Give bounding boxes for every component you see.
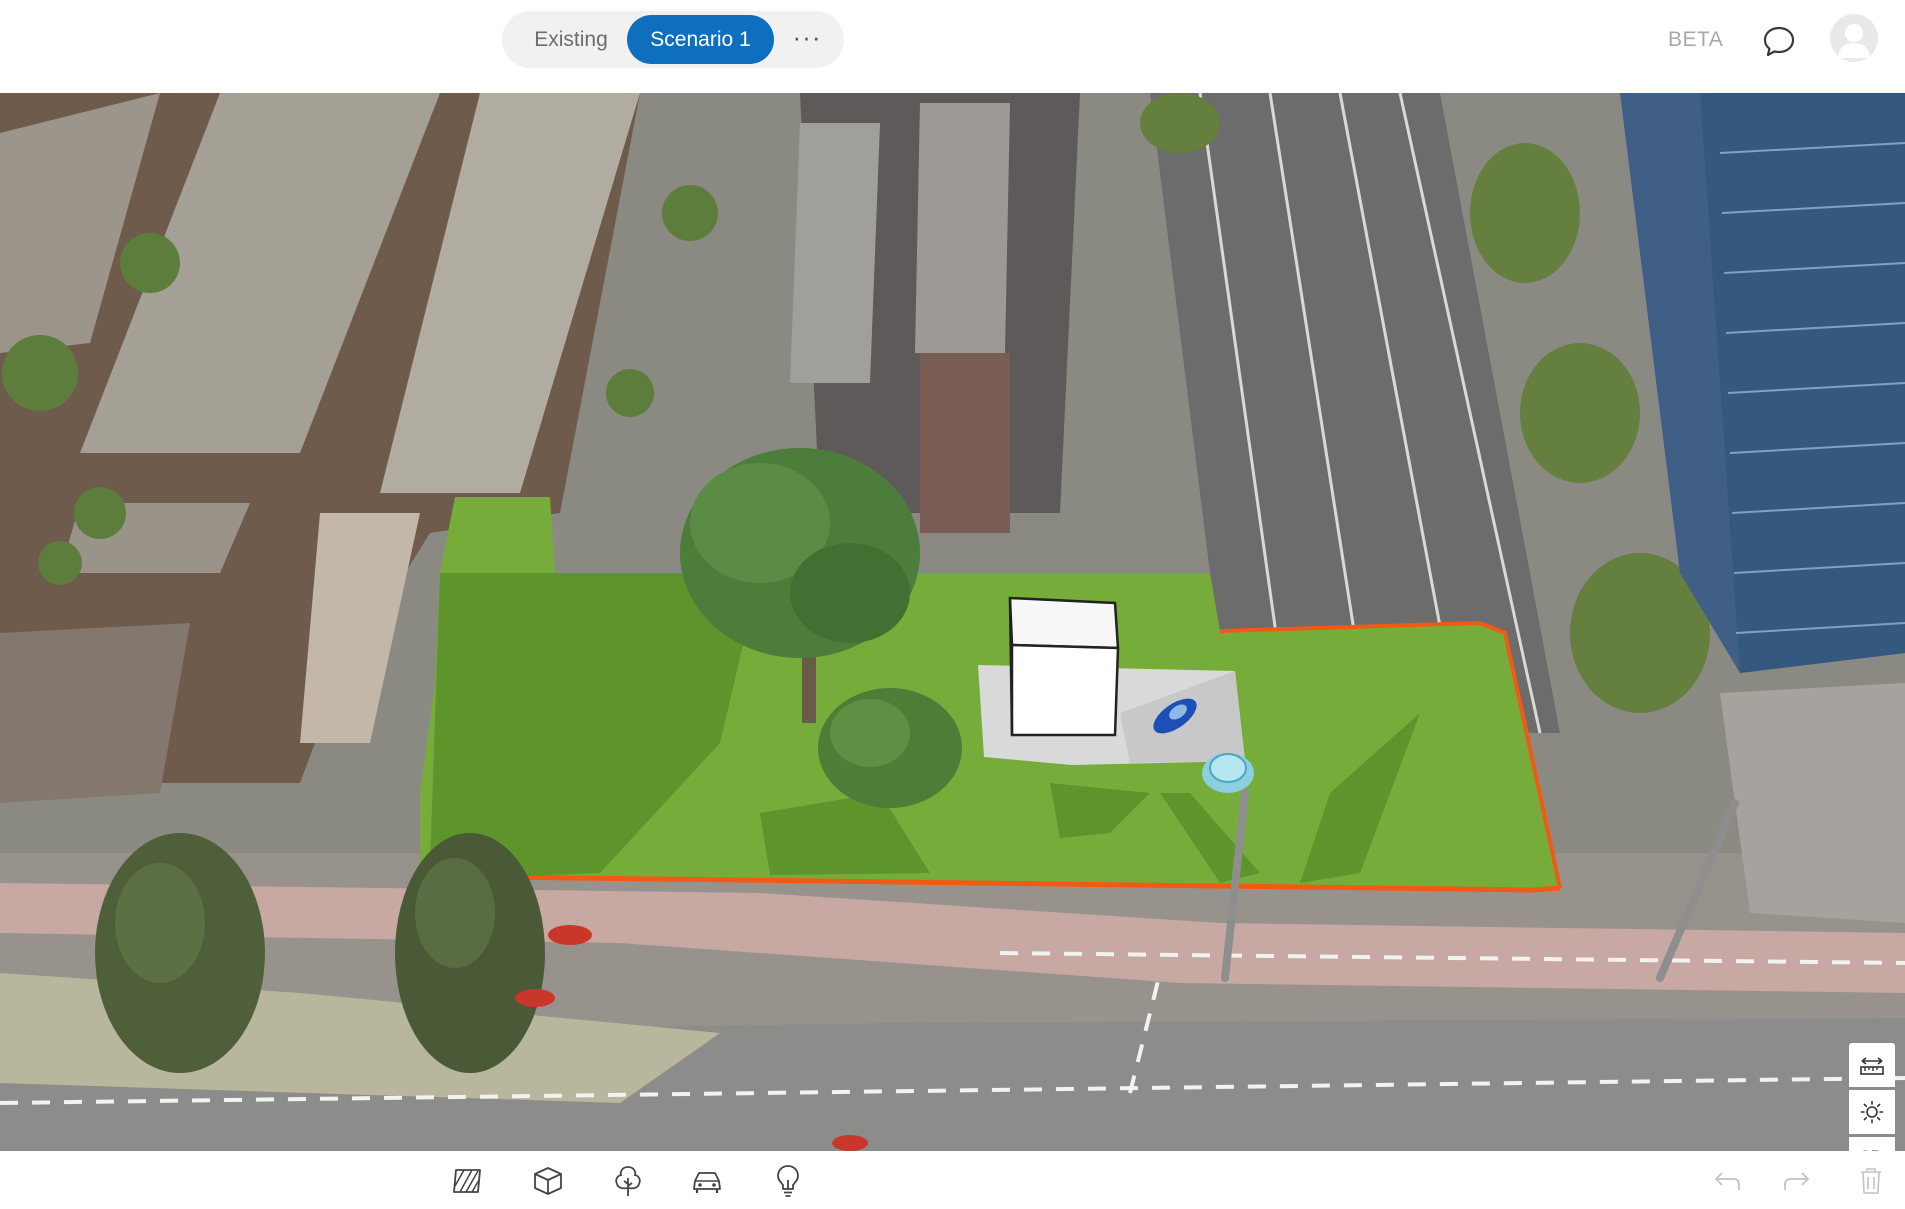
car-icon[interactable] bbox=[687, 1161, 727, 1201]
avatar-icon[interactable] bbox=[1830, 14, 1878, 62]
area-hatch-icon[interactable] bbox=[447, 1161, 487, 1201]
chat-bubble-icon[interactable] bbox=[1761, 23, 1797, 59]
tab-scenario-1[interactable]: Scenario 1 bbox=[627, 15, 774, 64]
building-block-model[interactable] bbox=[1008, 596, 1120, 737]
tree-icon[interactable] bbox=[608, 1161, 648, 1201]
tab-existing[interactable]: Existing bbox=[516, 15, 626, 64]
ruler-icon[interactable] bbox=[1849, 1043, 1895, 1087]
building-cube-icon[interactable] bbox=[528, 1161, 568, 1201]
scenario-switch: Existing Scenario 1 ··· bbox=[502, 11, 844, 68]
more-options-button[interactable]: ··· bbox=[782, 15, 832, 64]
map-controls: 2D bbox=[1849, 1043, 1895, 1151]
fountain-model[interactable] bbox=[1202, 753, 1254, 793]
warehouse-roof-2 bbox=[915, 103, 1010, 353]
warehouse-facade bbox=[920, 353, 1010, 533]
trash-icon[interactable] bbox=[1851, 1161, 1891, 1201]
plaza bbox=[1720, 683, 1905, 923]
sun-icon[interactable] bbox=[1849, 1090, 1895, 1134]
redo-icon[interactable] bbox=[1777, 1161, 1817, 1201]
lightbulb-icon[interactable] bbox=[768, 1161, 808, 1201]
view-2d-toggle[interactable]: 2D bbox=[1849, 1137, 1895, 1151]
bottom-toolbar bbox=[0, 1151, 1905, 1209]
warehouse-roof-1 bbox=[790, 123, 880, 383]
map-scene bbox=[0, 93, 1905, 1151]
top-bar: Existing Scenario 1 ··· BETA bbox=[0, 0, 1905, 93]
bush-model[interactable] bbox=[818, 688, 962, 808]
beta-badge: BETA bbox=[1668, 28, 1724, 51]
map-3d-view[interactable]: 2D bbox=[0, 93, 1905, 1151]
undo-icon[interactable] bbox=[1707, 1161, 1747, 1201]
